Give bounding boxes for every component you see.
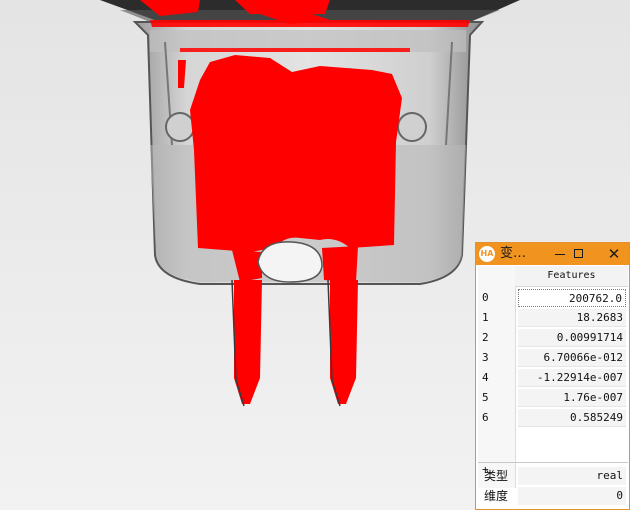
table-row[interactable]: 4 -1.22914e-007	[478, 368, 628, 388]
table-row[interactable]: 6 0.585249	[478, 408, 628, 428]
cell-value[interactable]: 18.2683	[518, 309, 626, 327]
dimension-value: 0	[518, 487, 626, 505]
features-grid[interactable]: Features 0 200762.0 1 18.2683 2 0.009917…	[478, 266, 628, 488]
dimension-property-row: 维度 0	[478, 486, 628, 506]
cell-value[interactable]: 0.00991714	[518, 329, 626, 347]
table-row[interactable]: 2 0.00991714	[478, 328, 628, 348]
cell-value[interactable]: 6.70066e-012	[518, 349, 626, 367]
window-title: 变…	[500, 246, 527, 261]
divider	[478, 462, 628, 463]
cell-value[interactable]: -1.22914e-007	[518, 369, 626, 387]
dimension-label: 维度	[484, 489, 509, 503]
type-label: 类型	[484, 469, 509, 483]
row-index: 5	[482, 391, 489, 404]
type-value: real	[518, 467, 626, 485]
cell-value[interactable]: 1.76e-007	[518, 389, 626, 407]
close-icon[interactable]: ✕	[598, 243, 630, 265]
cell-value[interactable]: 0.585249	[518, 409, 626, 427]
row-index: 1	[482, 311, 489, 324]
type-property-row: 类型 real	[478, 466, 628, 486]
row-index: 6	[482, 411, 489, 424]
cell-value[interactable]: 200762.0	[518, 289, 626, 307]
table-row[interactable]: 3 6.70066e-012	[478, 348, 628, 368]
row-index: 2	[482, 331, 489, 344]
segmented-region	[190, 55, 402, 252]
maximize-icon[interactable]	[567, 243, 591, 265]
row-index: 0	[482, 291, 489, 304]
row-index: 4	[482, 371, 489, 384]
variable-inspector-window[interactable]: HA 变… ✕ Features 0 200762.0 1 18.2683 2 …	[475, 242, 630, 510]
table-row[interactable]: 0 200762.0	[478, 288, 628, 308]
row-index: 3	[482, 351, 489, 364]
app-logo-icon: HA	[479, 246, 495, 262]
window-titlebar[interactable]: HA 变… ✕	[476, 243, 629, 265]
column-header-features[interactable]: Features	[515, 266, 628, 287]
table-row[interactable]: 5 1.76e-007	[478, 388, 628, 408]
table-row[interactable]: 1 18.2683	[478, 308, 628, 328]
